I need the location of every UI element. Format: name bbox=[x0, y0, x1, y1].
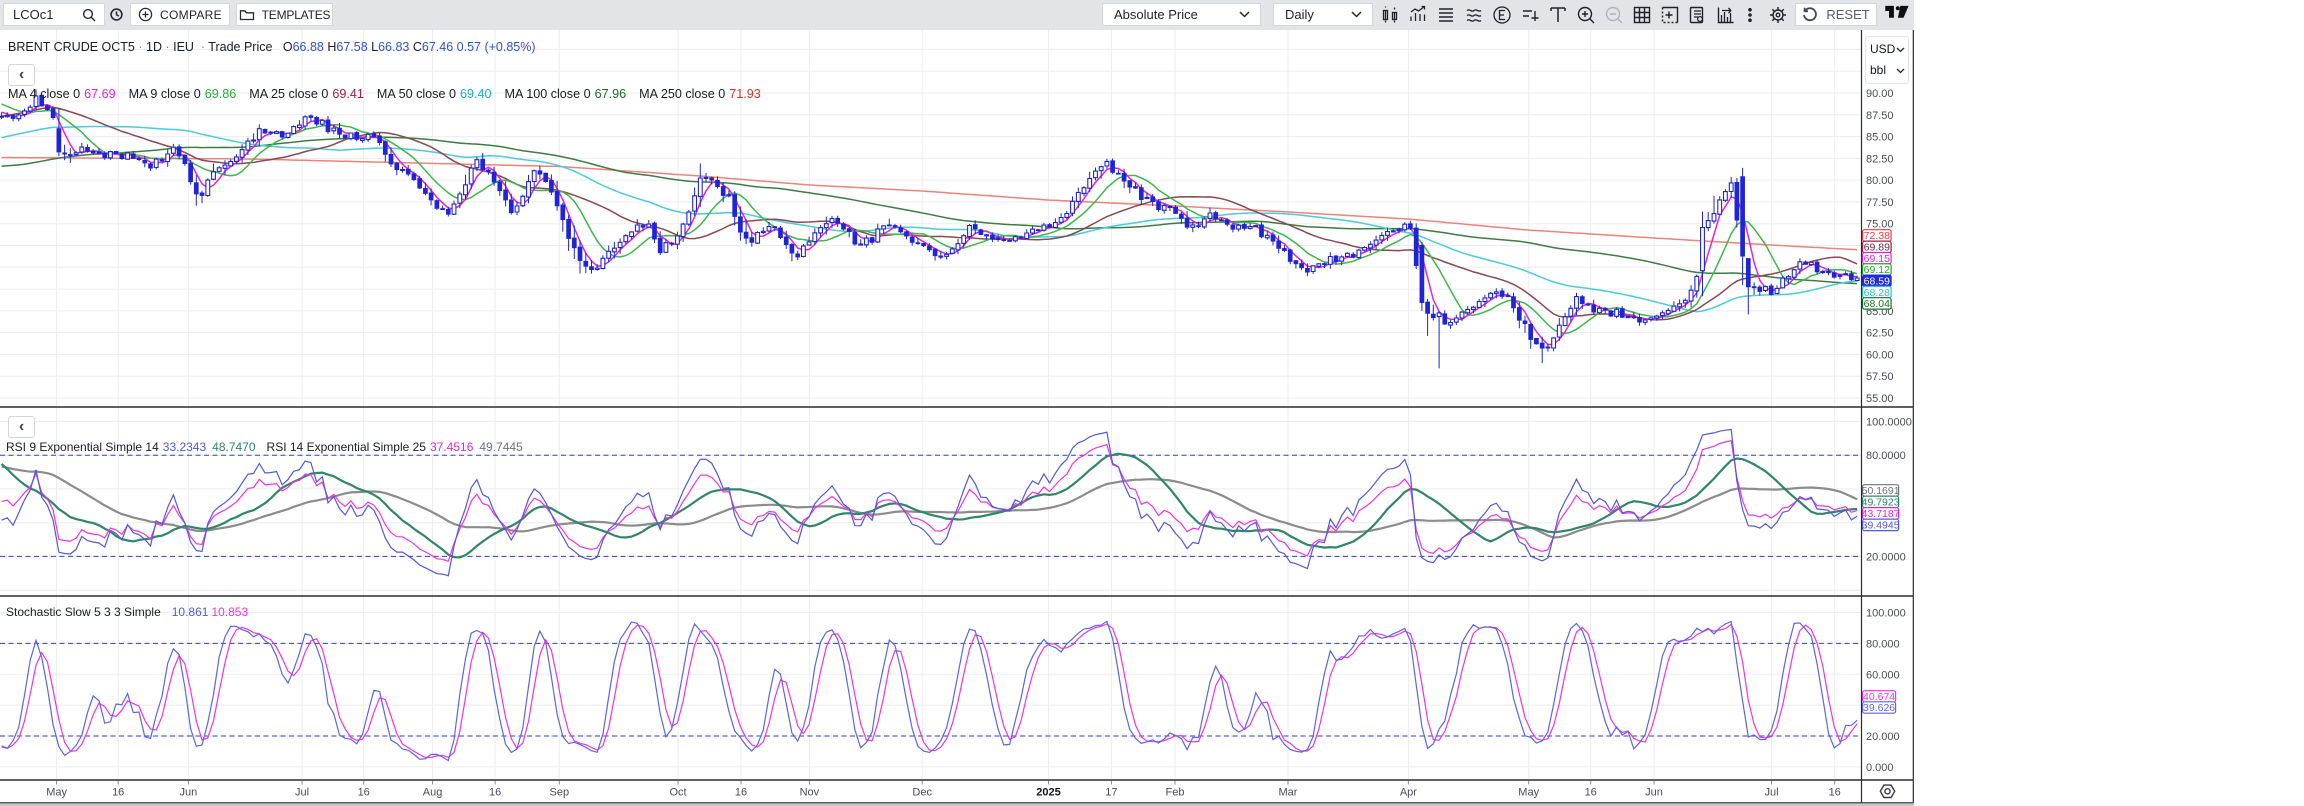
svg-text:80.00: 80.00 bbox=[1866, 175, 1894, 187]
svg-text:100.000: 100.000 bbox=[1866, 608, 1906, 620]
svg-text:62.50: 62.50 bbox=[1866, 328, 1894, 340]
svg-text:20.0000: 20.0000 bbox=[1866, 551, 1906, 563]
svg-text:85.00: 85.00 bbox=[1866, 132, 1894, 144]
svg-text:16: 16 bbox=[358, 787, 370, 799]
svg-text:69.12: 69.12 bbox=[1864, 264, 1890, 276]
svg-text:87.50: 87.50 bbox=[1866, 110, 1894, 122]
svg-text:May: May bbox=[46, 787, 67, 799]
svg-text:Apr: Apr bbox=[1400, 787, 1417, 799]
svg-text:77.50: 77.50 bbox=[1866, 197, 1894, 209]
svg-text:Aug: Aug bbox=[423, 787, 443, 799]
svg-text:Feb: Feb bbox=[1166, 787, 1185, 799]
svg-text:16: 16 bbox=[112, 787, 124, 799]
svg-text:57.50: 57.50 bbox=[1866, 371, 1894, 383]
svg-text:Jun: Jun bbox=[1645, 787, 1663, 799]
svg-text:72.38: 72.38 bbox=[1864, 230, 1890, 242]
svg-text:Jun: Jun bbox=[180, 787, 198, 799]
svg-text:68.04: 68.04 bbox=[1864, 298, 1890, 310]
svg-text:68.59: 68.59 bbox=[1864, 276, 1890, 288]
svg-text:17: 17 bbox=[1105, 787, 1117, 799]
svg-text:60.000: 60.000 bbox=[1866, 669, 1900, 681]
svg-text:80.0000: 80.0000 bbox=[1866, 450, 1906, 462]
svg-text:39.4945: 39.4945 bbox=[1862, 520, 1900, 532]
svg-text:Mar: Mar bbox=[1279, 787, 1298, 799]
svg-text:2025: 2025 bbox=[1036, 787, 1060, 799]
svg-text:80.000: 80.000 bbox=[1866, 638, 1900, 650]
svg-text:39.626: 39.626 bbox=[1863, 702, 1895, 714]
svg-text:68.28: 68.28 bbox=[1864, 287, 1890, 299]
svg-text:0.000: 0.000 bbox=[1866, 762, 1894, 774]
svg-text:100.0000: 100.0000 bbox=[1866, 416, 1912, 428]
svg-text:43.7187: 43.7187 bbox=[1862, 508, 1900, 520]
svg-text:Jul: Jul bbox=[295, 787, 309, 799]
svg-text:16: 16 bbox=[735, 787, 747, 799]
svg-text:69.15: 69.15 bbox=[1864, 253, 1890, 265]
svg-text:Nov: Nov bbox=[800, 787, 820, 799]
svg-text:16: 16 bbox=[1829, 787, 1841, 799]
svg-text:16: 16 bbox=[1585, 787, 1597, 799]
svg-text:90.00: 90.00 bbox=[1866, 88, 1894, 100]
svg-text:16: 16 bbox=[489, 787, 501, 799]
svg-text:60.00: 60.00 bbox=[1866, 349, 1894, 361]
svg-text:75.00: 75.00 bbox=[1866, 219, 1894, 231]
svg-text:49.7923: 49.7923 bbox=[1862, 497, 1900, 509]
svg-text:Sep: Sep bbox=[550, 787, 570, 799]
svg-text:50.1691: 50.1691 bbox=[1862, 485, 1900, 497]
svg-text:82.50: 82.50 bbox=[1866, 153, 1894, 165]
svg-text:55.00: 55.00 bbox=[1866, 393, 1894, 405]
svg-text:Dec: Dec bbox=[912, 787, 932, 799]
svg-text:May: May bbox=[1518, 787, 1539, 799]
svg-text:Oct: Oct bbox=[669, 787, 686, 799]
svg-text:69.89: 69.89 bbox=[1864, 242, 1890, 254]
svg-text:Jul: Jul bbox=[1764, 787, 1778, 799]
svg-text:20.000: 20.000 bbox=[1866, 731, 1900, 743]
